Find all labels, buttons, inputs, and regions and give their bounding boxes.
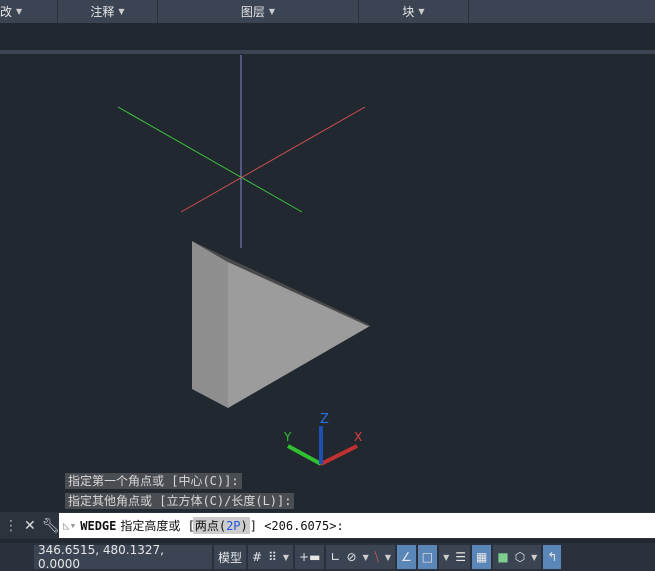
ucs-y-label: Y <box>283 430 292 444</box>
dropdown-arrow-icon: ▼ <box>118 7 125 16</box>
command-history-line: 指定第一个角点或 [中心(C)]: <box>65 473 242 489</box>
ucs-x-label: X <box>354 430 362 444</box>
dropdown-arrow-icon: ▼ <box>268 7 276 16</box>
dynamic-ucs-icon: ↰ <box>547 550 558 564</box>
polar-icon: ⊘ <box>346 550 357 564</box>
recent-commands-icon[interactable]: ◺▾ <box>63 519 76 532</box>
selection-cycling-toggle[interactable]: ■ ⬡ ▼ <box>493 545 542 569</box>
coordinates-readout[interactable]: 346.6515, 480.1327, 0.0000 <box>34 543 212 571</box>
wedge-front-face <box>228 262 370 408</box>
dynamic-ucs-toggle[interactable]: ↰ <box>543 545 562 569</box>
panel-label: 改 <box>0 5 13 19</box>
command-name: WEDGE <box>80 518 117 533</box>
panel-layers[interactable]: 图层 ▼ <box>158 0 359 23</box>
command-line-controls: ⋮ ✕ 🔧︎ <box>0 512 60 539</box>
grid-icon: # <box>252 550 263 564</box>
status-bar: 346.6515, 480.1327, 0.0000 模型 # ⠿ ▼ +▬ ∟ ⊘ ▼… <box>0 543 655 571</box>
panel-label: 块 <box>402 5 415 19</box>
transparency-toggle[interactable]: ▦ <box>472 545 492 569</box>
wedge-side-face <box>192 241 228 408</box>
crosshair-x-axis <box>180 106 366 213</box>
drag-handle-icon[interactable]: ⋮ <box>4 518 18 534</box>
object-snap-toggle[interactable]: □ <box>417 545 438 569</box>
command-history-line: 指定其他角点或 [立方体(C)/长度(L)]: <box>65 493 295 509</box>
option-key: 2P <box>226 519 241 533</box>
command-suffix: ] <206.6075>: <box>249 518 344 533</box>
dropdown-arrow-icon: ▼ <box>418 7 425 16</box>
dropdown-arrow-icon[interactable]: ▼ <box>443 553 449 562</box>
isodraft-icon: ⧹ <box>374 549 379 564</box>
panel-modify[interactable]: 改 ▼ <box>0 0 58 23</box>
lineweight-toggle[interactable]: ▼ ☰ <box>439 545 470 569</box>
snap-tracking-icon: ∠ <box>400 550 412 564</box>
panel-label: 图层 <box>240 5 265 19</box>
panel-annotation[interactable]: 注释 ▼ <box>58 0 158 23</box>
transparency-icon: ▦ <box>476 550 488 564</box>
panel-block[interactable]: 块 ▼ <box>359 0 469 23</box>
close-icon[interactable]: ✕ <box>24 518 36 534</box>
ucs-icon: Z Y X <box>283 412 362 466</box>
crosshair-y-axis <box>117 106 303 213</box>
dropdown-arrow-icon: ▼ <box>16 7 23 16</box>
wrench-icon[interactable]: 🔧︎ <box>42 518 60 534</box>
ortho-icon: ∟ <box>330 550 341 564</box>
wedge-solid[interactable] <box>192 241 370 408</box>
dropdown-arrow-icon[interactable]: ▼ <box>385 553 391 562</box>
option-text: ) <box>240 519 248 533</box>
ribbon-panel-bar: 改 ▼ 注释 ▼ 图层 ▼ 块 ▼ <box>0 0 655 23</box>
dropdown-arrow-icon[interactable]: ▼ <box>283 553 289 562</box>
command-input[interactable]: ◺▾ WEDGE 指定高度或 [ 两点(2P) ] <206.6075>: <box>59 513 655 538</box>
command-prompt: 指定高度或 [ <box>120 519 195 533</box>
option-text: 两点( <box>194 519 227 533</box>
ucs-x-axis <box>320 444 358 466</box>
dropdown-arrow-icon[interactable]: ▼ <box>531 553 537 562</box>
option-two-points[interactable]: 两点(2P) <box>192 517 250 534</box>
drawing-canvas[interactable]: Z Y X <box>0 54 655 512</box>
ortho-polar-toggles[interactable]: ∟ ⊘ ▼ ⧹ ▼ <box>326 545 395 569</box>
ucs-y-axis <box>287 444 322 466</box>
snap-icon: ⠿ <box>268 550 277 564</box>
panel-label: 注释 <box>90 5 115 19</box>
lineweight-icon: ☰ <box>455 550 466 564</box>
osnap-icon: □ <box>421 550 434 564</box>
tab-strip <box>0 23 655 50</box>
ucs-z-label: Z <box>320 412 329 427</box>
grid-toggle[interactable]: # ⠿ ▼ <box>248 545 294 569</box>
dropdown-arrow-icon[interactable]: ▼ <box>363 553 369 562</box>
model-space-button[interactable]: 模型 <box>214 545 247 569</box>
object-snap-tracking-toggle[interactable]: ∠ <box>396 545 416 569</box>
3d-osnap-icon: ⬡ <box>514 550 526 564</box>
dynamic-input-icon: +▬ <box>299 550 321 564</box>
dynamic-input-toggle[interactable]: +▬ <box>295 545 325 569</box>
selection-cycling-icon: ■ <box>497 550 509 564</box>
